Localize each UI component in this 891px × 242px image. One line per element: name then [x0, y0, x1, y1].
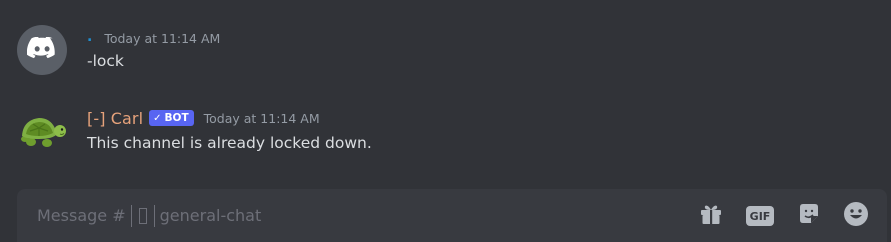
message-header: [-] Carl ✓ BOT Today at 11:14 AM — [87, 107, 320, 129]
avatar[interactable] — [17, 106, 67, 156]
sticker-button[interactable] — [795, 202, 823, 230]
divider — [130, 204, 132, 227]
placeholder-channel: general-chat — [159, 206, 262, 225]
message-item: . Today at 11:14 AM -lock — [0, 25, 891, 85]
placeholder-prefix: Message # — [37, 206, 126, 225]
gif-button[interactable]: GIF — [746, 202, 774, 230]
bot-badge-label: BOT — [164, 112, 189, 124]
message-content: -lock — [87, 52, 124, 70]
avatar[interactable] — [17, 25, 67, 75]
bot-badge: ✓ BOT — [149, 110, 194, 126]
gift-icon — [698, 201, 724, 231]
timestamp[interactable]: Today at 11:14 AM — [204, 111, 320, 126]
divider — [153, 204, 155, 227]
message-composer: Message # general-chat GIF — [17, 189, 887, 242]
emoji-button[interactable] — [842, 202, 870, 230]
message-header: . Today at 11:14 AM — [87, 27, 220, 49]
gif-icon: GIF — [746, 206, 774, 226]
gift-button[interactable] — [697, 202, 725, 230]
turtle-icon — [17, 118, 67, 156]
emoji-icon — [842, 200, 870, 232]
timestamp[interactable]: Today at 11:14 AM — [104, 31, 220, 46]
chat-view: . Today at 11:14 AM -lock [-] Carl ✓ BOT… — [0, 0, 891, 242]
message-input[interactable]: Message # general-chat — [37, 189, 261, 242]
username[interactable]: [-] Carl — [87, 109, 143, 128]
discord-logo-icon — [26, 36, 57, 63]
message-content: This channel is already locked down. — [87, 134, 372, 152]
channel-glyph-icon — [138, 207, 147, 224]
checkmark-icon: ✓ — [153, 112, 162, 124]
username[interactable]: . — [87, 29, 92, 45]
gif-label: GIF — [749, 209, 771, 223]
message-item: [-] Carl ✓ BOT Today at 11:14 AM This ch… — [0, 106, 891, 166]
sticker-icon — [796, 201, 822, 231]
